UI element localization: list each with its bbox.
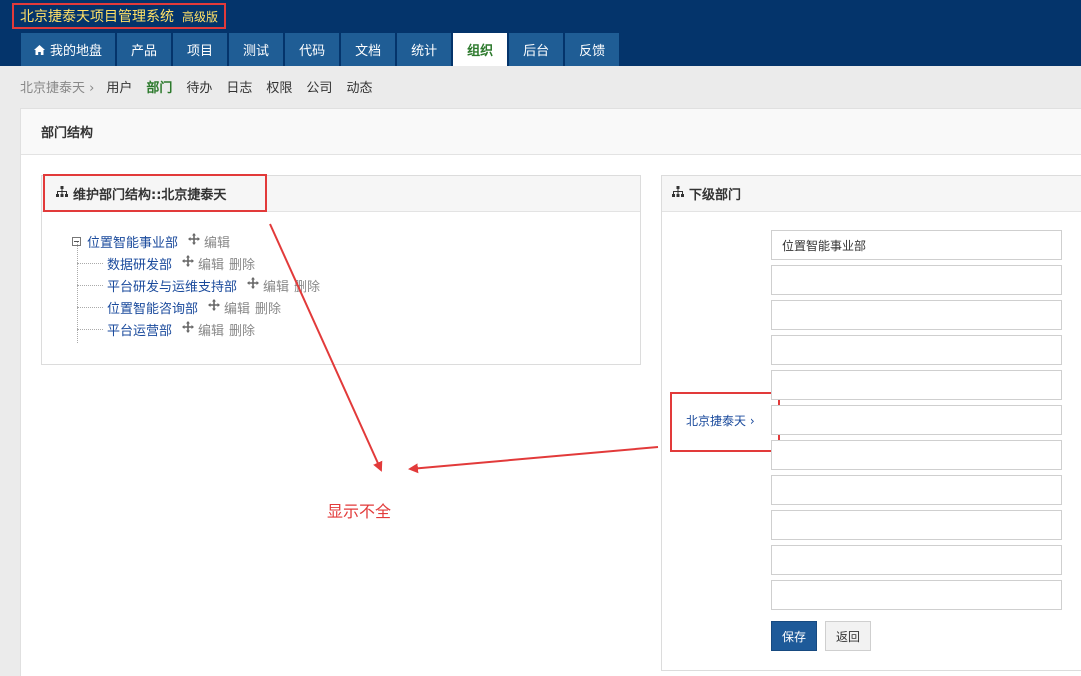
child-dept-input[interactable] — [771, 510, 1062, 540]
edition-label: 高级版 — [182, 9, 219, 24]
parent-dept-link[interactable]: 北京捷泰天 › — [686, 412, 755, 429]
nav-item-admin[interactable]: 后台 — [509, 33, 564, 66]
tree-children: 数据研发部 编辑 删除 平台研发与运维支持部 编辑 删除 位置智能咨询部 编辑 … — [72, 242, 325, 343]
edit-link[interactable]: 编辑 — [263, 276, 289, 295]
tree-row: 平台研发与运维支持部 编辑 删除 — [72, 274, 325, 296]
child-dept-input[interactable] — [771, 580, 1062, 610]
home-icon — [34, 44, 45, 55]
subnav-item-activity[interactable]: 动态 — [346, 77, 372, 96]
child-panel-title: 下级部门 — [689, 188, 742, 203]
back-button[interactable]: 返回 — [825, 621, 871, 651]
tree-row: 数据研发部 编辑 删除 — [72, 252, 325, 274]
child-dept-input[interactable] — [771, 475, 1062, 505]
dept-link[interactable]: 数据研发部 — [107, 254, 172, 273]
dept-tree: 位置智能事业部 编辑 数据研发部 编辑 删除 平台研发与运维支持部 编辑 删除 … — [72, 230, 325, 343]
subnav-item-todo[interactable]: 待办 — [186, 77, 212, 96]
child-dept-input[interactable] — [771, 405, 1062, 435]
sub-nav: 北京捷泰天 › 用户 部门 待办 日志 权限 公司 动态 — [0, 66, 1081, 106]
annotation-label: 显示不全 — [327, 502, 392, 521]
dept-link[interactable]: 位置智能事业部 — [87, 232, 178, 251]
move-icon[interactable] — [182, 321, 195, 337]
nav-item-product[interactable]: 产品 — [117, 33, 172, 66]
child-panel-header: 下级部门 — [662, 176, 1081, 212]
edit-link[interactable]: 编辑 — [204, 232, 230, 251]
delete-link[interactable]: 删除 — [294, 276, 320, 295]
move-icon[interactable] — [247, 277, 260, 293]
nav-item-my[interactable]: 我的地盘 — [21, 33, 116, 66]
child-dept-input[interactable] — [771, 265, 1062, 295]
nav-item-feedback[interactable]: 反馈 — [565, 33, 620, 66]
nav-item-org[interactable]: 组织 — [453, 33, 508, 66]
dept-link[interactable]: 位置智能咨询部 — [107, 298, 198, 317]
main-content: 部门结构 维护部门结构::北京捷泰天 位置智能事业部 编辑 数据研发部 编辑 删… — [20, 108, 1081, 676]
tree-root-row: 位置智能事业部 编辑 — [72, 230, 325, 252]
delete-link[interactable]: 删除 — [229, 254, 255, 273]
tree-row: 平台运营部 编辑 删除 — [72, 318, 325, 340]
subnav-item-permission[interactable]: 权限 — [266, 77, 292, 96]
edit-link[interactable]: 编辑 — [224, 298, 250, 317]
dept-link[interactable]: 平台运营部 — [107, 320, 172, 339]
sitemap-icon — [672, 186, 684, 201]
breadcrumb[interactable]: 北京捷泰天 › — [20, 77, 94, 96]
move-icon[interactable] — [182, 255, 195, 271]
save-button[interactable]: 保存 — [771, 621, 817, 651]
edit-link[interactable]: 编辑 — [198, 320, 224, 339]
subnav-item-company[interactable]: 公司 — [306, 77, 332, 96]
subnav-item-dept[interactable]: 部门 — [146, 77, 172, 96]
child-dept-input[interactable] — [771, 300, 1062, 330]
highlight-box — [43, 174, 267, 212]
nav-item-stats[interactable]: 统计 — [397, 33, 452, 66]
nav-item-test[interactable]: 测试 — [229, 33, 284, 66]
child-dept-panel: 下级部门 北京捷泰天 › 保存 返回 — [661, 175, 1081, 671]
page-title: 部门结构 — [21, 109, 1081, 155]
nav-item-project[interactable]: 项目 — [173, 33, 228, 66]
delete-link[interactable]: 删除 — [229, 320, 255, 339]
nav-item-code[interactable]: 代码 — [285, 33, 340, 66]
child-dept-input[interactable] — [771, 545, 1062, 575]
child-dept-input[interactable] — [771, 335, 1062, 365]
nav-item-doc[interactable]: 文档 — [341, 33, 396, 66]
dept-link[interactable]: 平台研发与运维支持部 — [107, 276, 237, 295]
dept-tree-panel: 维护部门结构::北京捷泰天 位置智能事业部 编辑 数据研发部 编辑 删除 平台研… — [41, 174, 641, 365]
app-name[interactable]: 北京捷泰天项目管理系统 — [20, 6, 174, 26]
move-icon[interactable] — [208, 299, 221, 315]
nav-label: 我的地盘 — [50, 44, 103, 59]
child-dept-input[interactable] — [771, 230, 1062, 260]
delete-link[interactable]: 删除 — [255, 298, 281, 317]
brand-highlight: 北京捷泰天项目管理系统 高级版 — [12, 3, 227, 29]
main-nav: 我的地盘 产品 项目 测试 代码 文档 统计 组织 后台 反馈 — [21, 33, 621, 66]
subnav-item-log[interactable]: 日志 — [226, 77, 252, 96]
child-dept-input[interactable] — [771, 370, 1062, 400]
subnav-item-users[interactable]: 用户 — [106, 77, 132, 96]
tree-row: 位置智能咨询部 编辑 删除 — [72, 296, 325, 318]
edit-link[interactable]: 编辑 — [198, 254, 224, 273]
top-header: 北京捷泰天项目管理系统 高级版 我的地盘 产品 项目 测试 代码 文档 统计 组… — [0, 0, 1081, 66]
move-icon[interactable] — [188, 233, 201, 249]
child-dept-input[interactable] — [771, 440, 1062, 470]
